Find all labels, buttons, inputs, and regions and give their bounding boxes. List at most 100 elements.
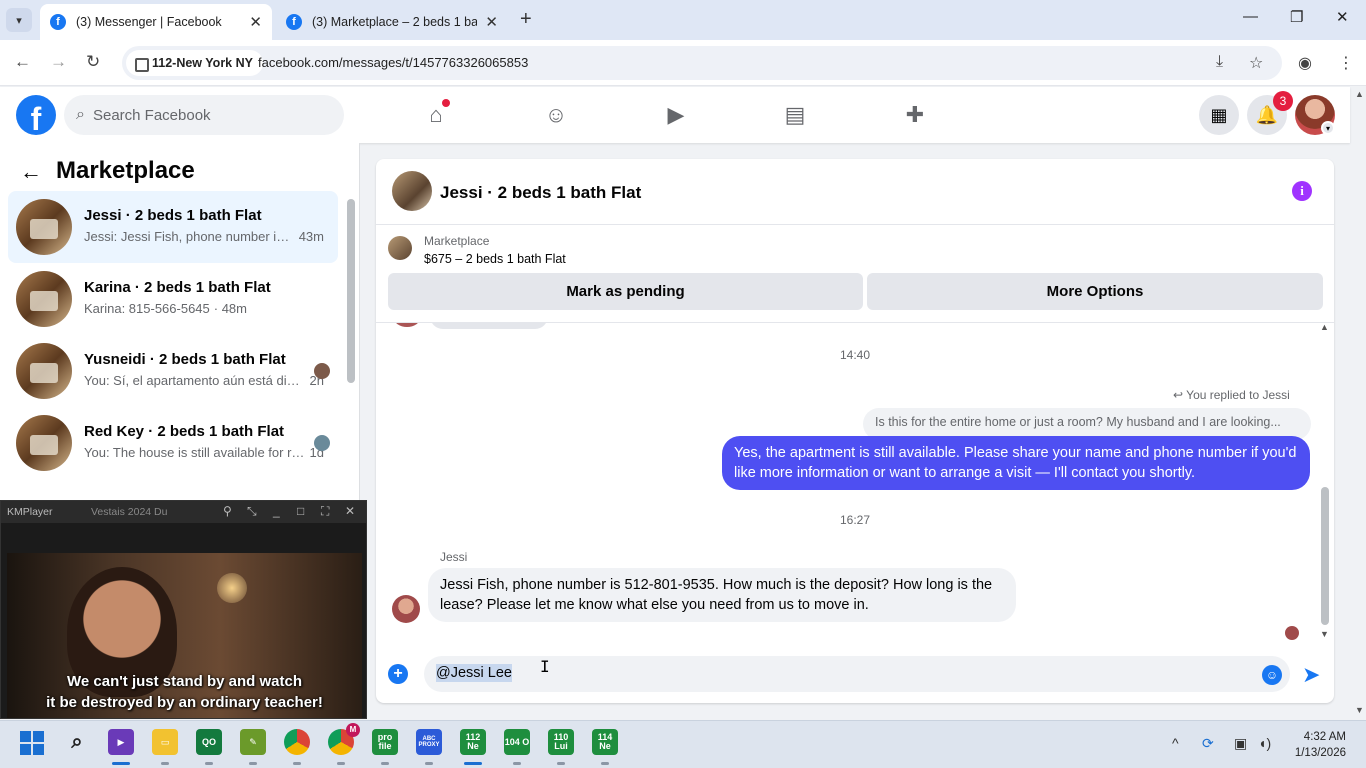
- reply-arrow-icon: ↩: [1173, 388, 1187, 402]
- timestamp: 16:27: [839, 513, 871, 527]
- install-app-icon[interactable]: ⤓: [1216, 53, 1223, 71]
- app-qo-icon[interactable]: QO: [196, 729, 222, 755]
- video-frame[interactable]: We can't just stand by and watch it be d…: [7, 553, 362, 718]
- scroll-up-arrow-icon[interactable]: ▲: [1355, 89, 1364, 99]
- marketplace-label: Marketplace: [424, 234, 490, 248]
- search-icon[interactable]: ⌕: [64, 729, 90, 755]
- windows-taskbar: ⌕ ▶ ▭ QO ✎ M pro file ABC PROXY 112 Ne 1…: [0, 720, 1366, 768]
- facebook-logo[interactable]: f: [16, 95, 56, 135]
- video-icon[interactable]: ▶: [660, 101, 692, 129]
- sync-icon[interactable]: ⟳: [1202, 735, 1214, 752]
- menu-grid-icon[interactable]: ▦: [1199, 95, 1239, 135]
- url-text[interactable]: facebook.com/messages/t/1457763326065853: [258, 55, 528, 70]
- abc-proxy-icon[interactable]: ABC PROXY: [416, 729, 442, 755]
- close-window-icon[interactable]: ✕: [1336, 8, 1349, 26]
- home-icon[interactable]: ⌂: [420, 99, 452, 129]
- text-cursor-icon: I: [540, 657, 550, 676]
- seen-avatar: [314, 363, 330, 379]
- profile-icon[interactable]: pro file: [372, 729, 398, 755]
- profile-112-icon[interactable]: 112 Ne: [460, 729, 486, 755]
- plus-icon[interactable]: +: [388, 664, 408, 684]
- tab-messenger[interactable]: f (3) Messenger | Facebook ✕: [40, 4, 272, 40]
- listing-thumbnail: [16, 343, 72, 399]
- chevron-up-icon[interactable]: ^: [1172, 735, 1179, 751]
- scrollbar-thumb[interactable]: [347, 199, 355, 383]
- gaming-icon[interactable]: ✚: [899, 101, 931, 129]
- profile-114-icon[interactable]: 114 Ne: [592, 729, 618, 755]
- back-arrow-icon[interactable]: ←: [20, 159, 42, 185]
- omnibox[interactable]: 112-New York NY facebook.com/messages/t/…: [122, 46, 1282, 80]
- mark-as-pending-button[interactable]: Mark as pending: [388, 273, 863, 310]
- conversation-item[interactable]: Jessi · 2 beds 1 bath Flat Jessi: Jessi …: [8, 191, 338, 263]
- marketplace-listing-avatar: [388, 236, 412, 260]
- page-scrollbar[interactable]: ▲ ▼: [1352, 87, 1366, 719]
- scroll-down-arrow-icon[interactable]: ▼: [1355, 705, 1364, 715]
- visual-studio-icon[interactable]: ▶: [108, 729, 134, 755]
- listing-title[interactable]: $675 – 2 beds 1 bath Flat: [424, 252, 566, 266]
- sender-avatar[interactable]: [392, 595, 420, 623]
- tab-marketplace[interactable]: f (3) Marketplace – 2 beds 1 bath Flat ✕: [276, 4, 508, 40]
- windows-start-icon[interactable]: [20, 731, 44, 755]
- listing-thumbnail: [16, 415, 72, 471]
- running-indicator: [249, 762, 257, 765]
- menu-kebab-icon[interactable]: ⋮: [1338, 53, 1354, 73]
- reply-indicator: ↩ You replied to Jessi: [1173, 388, 1290, 402]
- kmplayer-titlebar[interactable]: KMPlayer Vestais 2024 Du ⚲ ⤡ _ □ ⛶ ✕: [1, 501, 366, 523]
- running-indicator: [337, 762, 345, 765]
- maximize-icon[interactable]: □: [297, 504, 304, 518]
- emoji-icon[interactable]: ☺: [1262, 665, 1282, 685]
- chrome-icon[interactable]: [284, 729, 310, 755]
- marketplace-icon[interactable]: ▤: [779, 101, 811, 129]
- more-options-button[interactable]: More Options: [867, 273, 1323, 310]
- conversation-item[interactable]: Red Key · 2 beds 1 bath Flat You: The ho…: [8, 407, 338, 479]
- outgoing-message[interactable]: Yes, the apartment is still available. P…: [722, 436, 1310, 490]
- forward-icon[interactable]: →: [50, 52, 67, 72]
- new-tab-button[interactable]: +: [520, 8, 532, 31]
- kmplayer-window[interactable]: KMPlayer Vestais 2024 Du ⚲ ⤡ _ □ ⛶ ✕ We …: [0, 500, 367, 719]
- address-bar: ← → ↻ 112-New York NY facebook.com/messa…: [0, 40, 1366, 86]
- running-indicator: [601, 762, 609, 765]
- close-tab-icon[interactable]: ✕: [249, 13, 262, 31]
- minimize-icon[interactable]: _: [273, 504, 280, 518]
- minimize-icon[interactable]: —: [1243, 8, 1258, 25]
- system-clock[interactable]: 4:32 AM 1/13/2026: [1290, 729, 1346, 761]
- friends-icon[interactable]: ☺: [540, 101, 572, 129]
- info-icon[interactable]: i: [1292, 181, 1312, 201]
- profile-110-icon[interactable]: 110 Lui: [548, 729, 574, 755]
- network-icon[interactable]: ▣: [1234, 735, 1247, 752]
- profile-icon[interactable]: ◉: [1298, 53, 1312, 73]
- volume-icon[interactable]: ◖): [1258, 735, 1271, 751]
- panel-title: Marketplace: [56, 157, 195, 184]
- pin-icon[interactable]: ⚲: [223, 504, 232, 518]
- close-tab-icon[interactable]: ✕: [485, 13, 498, 31]
- scroll-down-arrow-icon[interactable]: ▼: [1320, 629, 1329, 639]
- send-icon[interactable]: ➤: [1302, 662, 1320, 688]
- notepad-icon[interactable]: ✎: [240, 729, 266, 755]
- scrollbar-thumb[interactable]: [1321, 487, 1329, 625]
- chat-title[interactable]: Jessi · 2 beds 1 bath Flat: [440, 183, 641, 203]
- tab-search-dropdown[interactable]: ▾: [6, 8, 32, 32]
- running-indicator: [112, 762, 130, 765]
- conversation-item[interactable]: Yusneidi · 2 beds 1 bath Flat You: Sí, e…: [8, 335, 338, 407]
- incoming-message[interactable]: Jessi Fish, phone number is 512-801-9535…: [428, 568, 1016, 622]
- search-input[interactable]: ⌕ Search Facebook: [64, 95, 344, 135]
- site-info-chip[interactable]: 112-New York NY: [126, 50, 263, 76]
- notification-badge: 3: [1273, 91, 1293, 111]
- conversation-item[interactable]: Karina · 2 beds 1 bath Flat Karina: 815-…: [8, 263, 338, 335]
- notifications-bell-icon[interactable]: 🔔 3: [1247, 91, 1293, 135]
- restore-icon[interactable]: ❐: [1290, 8, 1303, 26]
- profile-104-icon[interactable]: 104 O: [504, 729, 530, 755]
- close-icon[interactable]: ✕: [345, 504, 355, 518]
- running-indicator: [161, 762, 169, 765]
- chrome-profile-icon[interactable]: M: [328, 723, 360, 755]
- bookmark-star-icon[interactable]: ☆: [1249, 53, 1263, 73]
- back-icon[interactable]: ←: [14, 52, 31, 72]
- mini-mode-icon[interactable]: ⤡: [247, 504, 257, 519]
- reload-icon[interactable]: ↻: [86, 52, 100, 72]
- chat-listing-avatar[interactable]: [392, 171, 432, 211]
- scroll-up-arrow-icon[interactable]: ▲: [1320, 322, 1329, 332]
- chevron-down-icon[interactable]: ▾: [1321, 121, 1335, 135]
- fullscreen-icon[interactable]: ⛶: [321, 504, 329, 519]
- message-input[interactable]: @Jessi Lee: [424, 656, 1290, 692]
- file-explorer-icon[interactable]: ▭: [152, 729, 178, 755]
